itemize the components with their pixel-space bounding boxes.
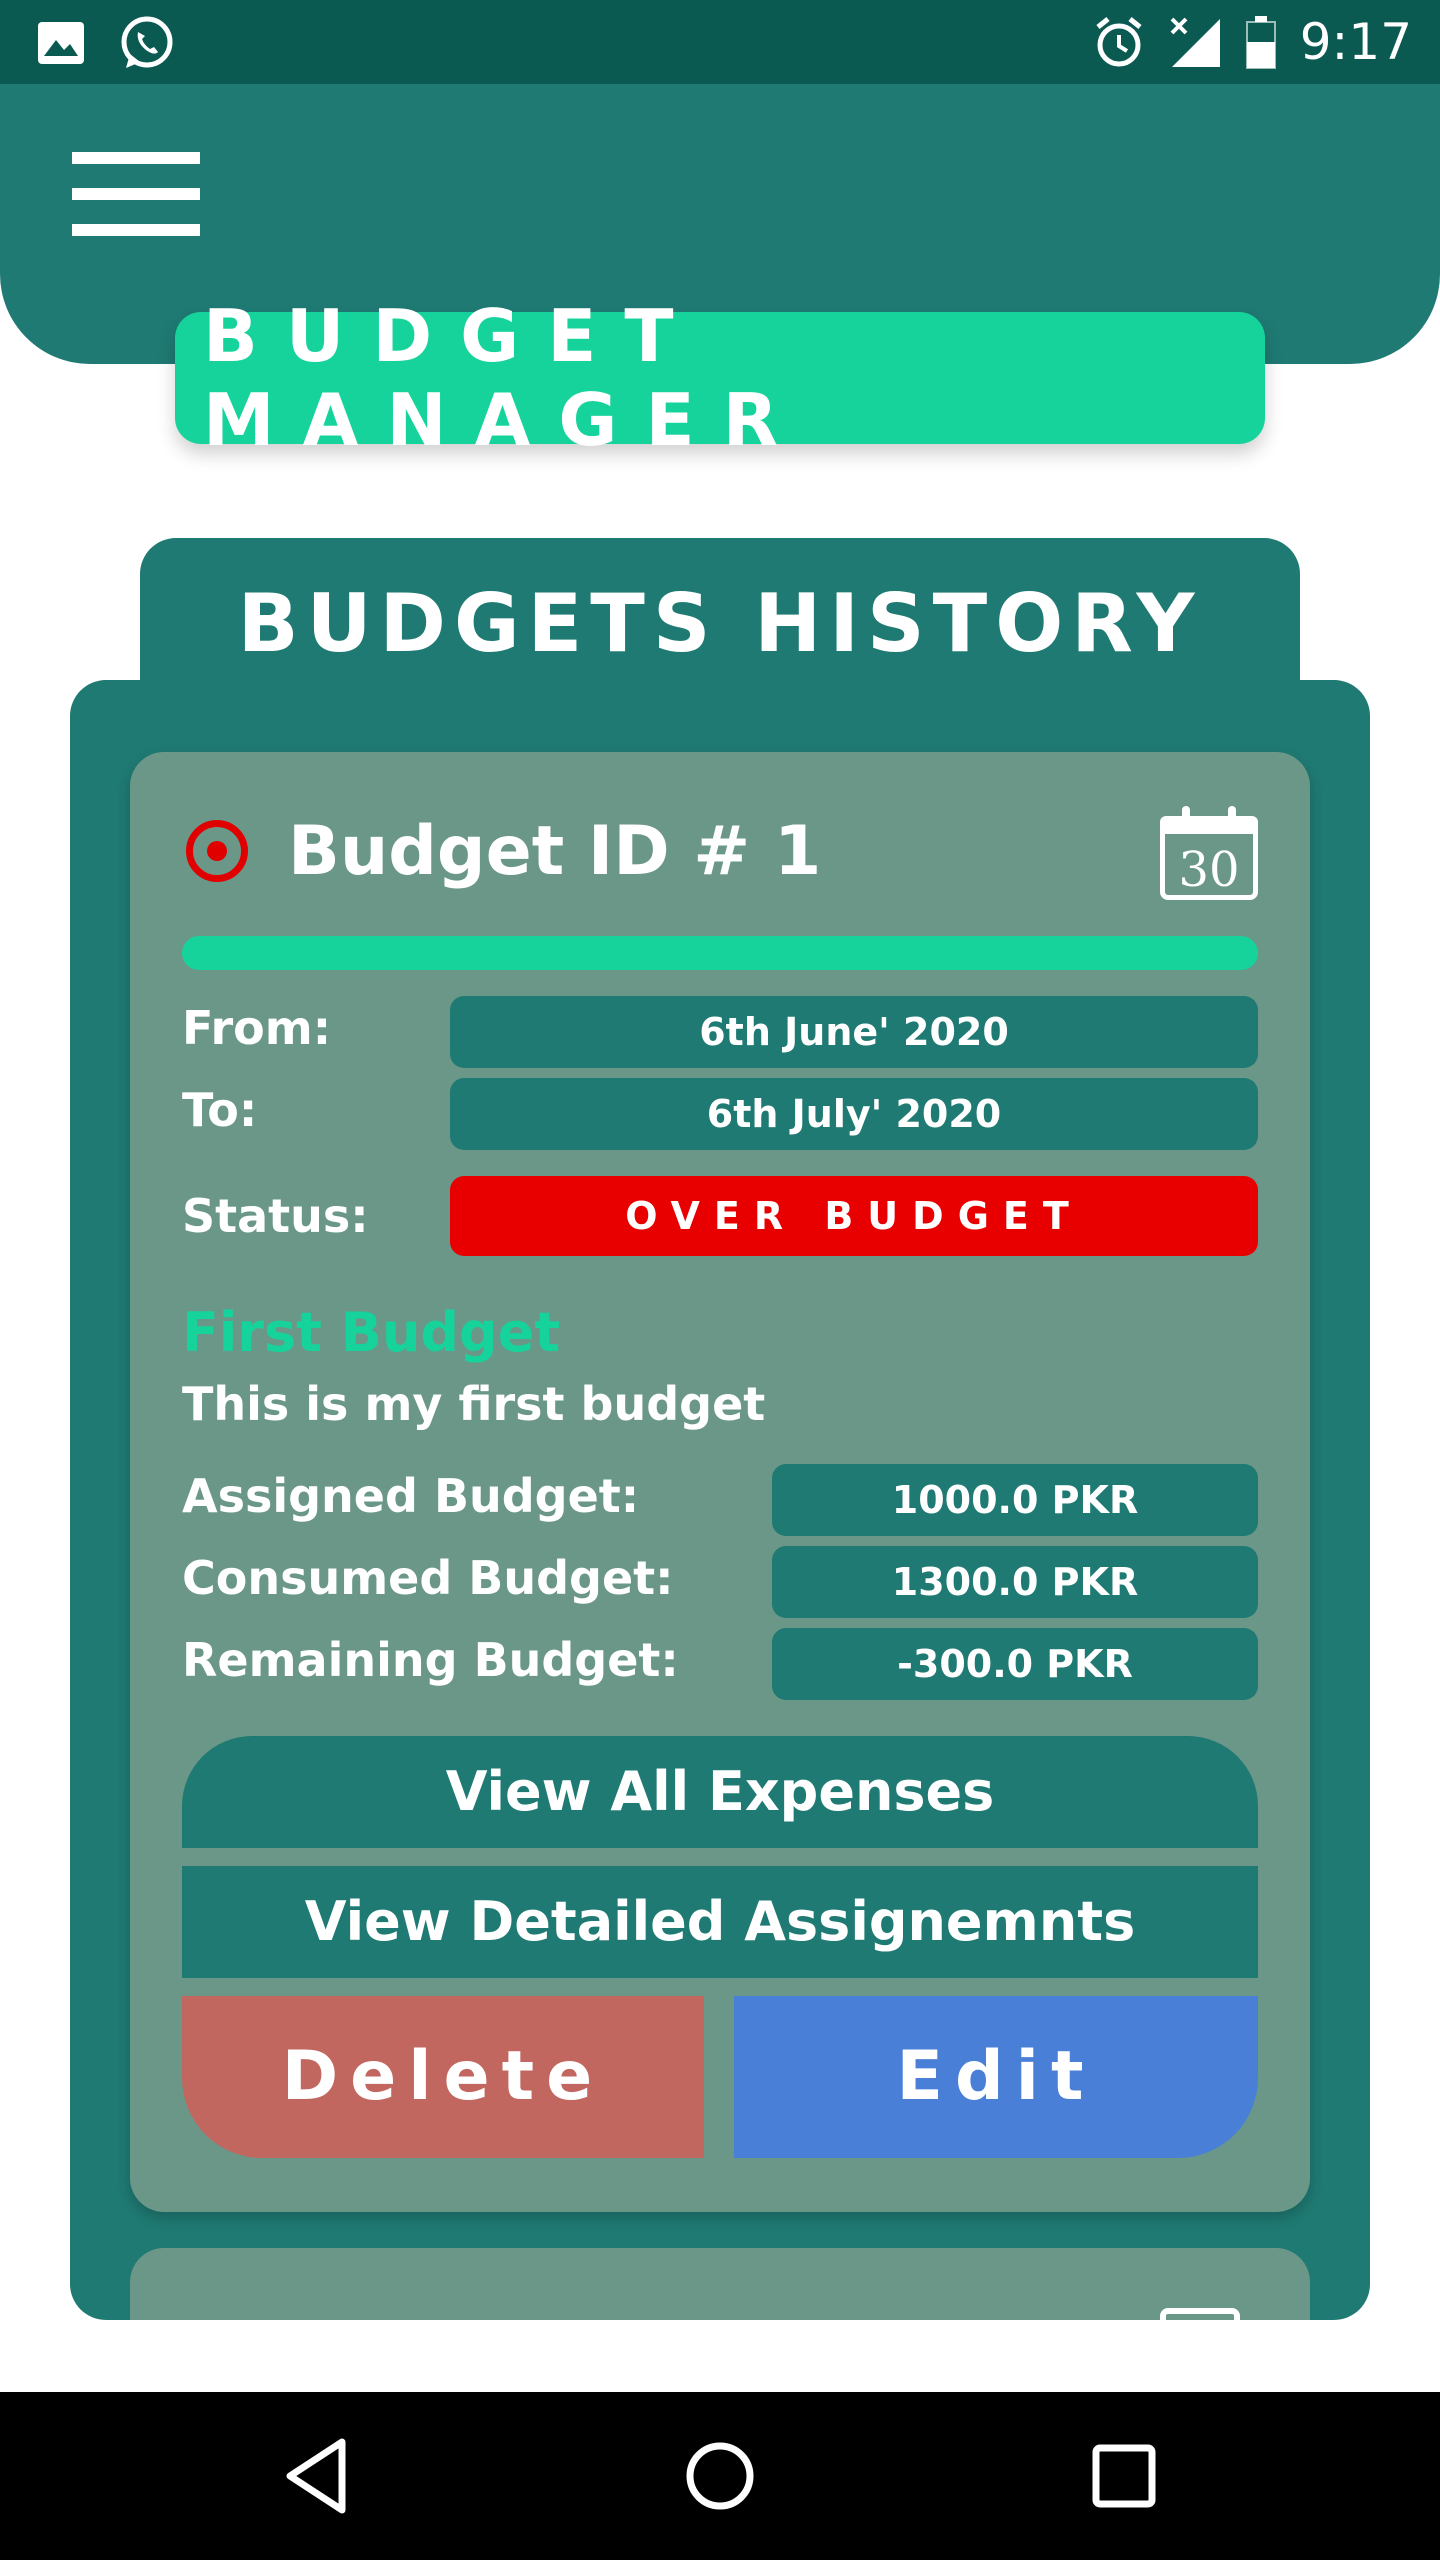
view-detailed-assignments-button[interactable]: View Detailed Assignemnts: [182, 1866, 1258, 1978]
app-title-badge: BUDGET MANAGER: [175, 294, 1265, 462]
calendar-icon-next: [1160, 2308, 1240, 2320]
from-label: From:: [182, 1001, 332, 1055]
assigned-label: Assigned Budget:: [182, 1469, 640, 1523]
image-icon: [38, 22, 84, 64]
battery-icon: [1245, 16, 1276, 69]
home-icon[interactable]: [678, 2434, 762, 2518]
budget-card: Budget ID # 1 30 From: 6th June' 2020 To…: [130, 752, 1310, 2212]
hamburger-menu-icon[interactable]: [72, 152, 200, 238]
budget-progress-bar: [182, 936, 1258, 970]
calendar-day: 30: [1178, 842, 1240, 898]
consumed-label: Consumed Budget:: [182, 1551, 674, 1605]
calendar-icon[interactable]: 30: [1160, 806, 1258, 900]
radio-indicator-icon: [186, 820, 248, 882]
to-date: 6th July' 2020: [450, 1078, 1258, 1150]
edit-button[interactable]: Edit: [734, 1996, 1258, 2158]
status-label: Status:: [182, 1189, 369, 1243]
budget-card-next: [130, 2248, 1310, 2320]
budget-name: First Budget: [182, 1301, 561, 1364]
view-all-expenses-button[interactable]: View All Expenses: [182, 1736, 1258, 1848]
from-date: 6th June' 2020: [450, 996, 1258, 1068]
system-nav-bar: [0, 2392, 1440, 2560]
budget-description: This is my first budget: [182, 1377, 766, 1431]
remaining-value: -300.0 PKR: [772, 1628, 1258, 1700]
status-bar: 9:17: [0, 0, 1440, 84]
back-icon[interactable]: [276, 2434, 360, 2518]
recents-icon[interactable]: [1082, 2434, 1166, 2518]
delete-button[interactable]: Delete: [182, 1996, 704, 2158]
alarm-icon: [1096, 17, 1142, 67]
status-badge: OVER BUDGET: [450, 1176, 1258, 1256]
signal-icon: [1170, 17, 1220, 67]
whatsapp-icon: [121, 16, 173, 68]
history-title: BUDGETS HISTORY: [237, 576, 1203, 670]
consumed-value: 1300.0 PKR: [772, 1546, 1258, 1618]
clock: 9:17: [1299, 13, 1412, 71]
history-panel[interactable]: Budget ID # 1 30 From: 6th June' 2020 To…: [70, 680, 1370, 2320]
budget-id: Budget ID # 1: [288, 812, 822, 891]
app-title: BUDGET MANAGER: [203, 294, 807, 462]
remaining-label: Remaining Budget:: [182, 1633, 679, 1687]
assigned-value: 1000.0 PKR: [772, 1464, 1258, 1536]
to-label: To:: [182, 1083, 258, 1137]
